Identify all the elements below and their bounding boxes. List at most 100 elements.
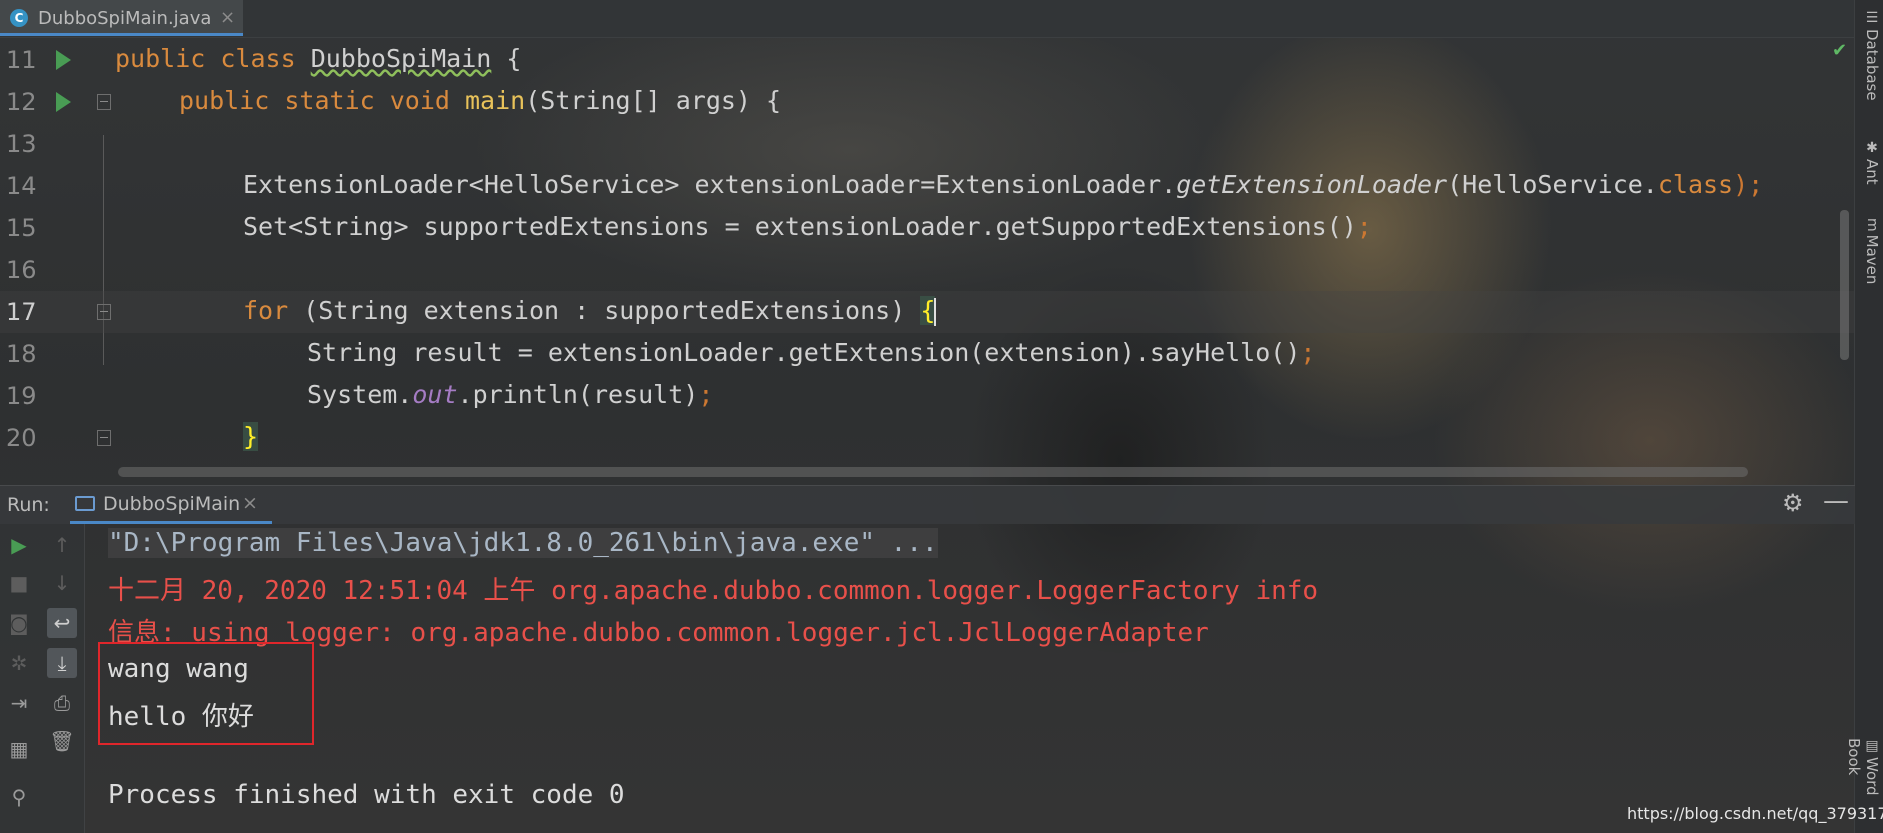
tool-label: Maven [1863, 234, 1881, 285]
run-panel-header: Run: DubboSpiMain × ⚙ — [0, 485, 1855, 524]
code-line[interactable]: 19 System.out.println(result); [0, 375, 1855, 417]
code-fragment: String result = extensionLoader.getExten… [307, 338, 1301, 367]
print-icon[interactable]: ⎙ [47, 688, 77, 718]
line-number: 16 [6, 256, 37, 284]
editor-tab-bar: C DubboSpiMain.java × [0, 0, 1855, 38]
code-line[interactable]: 11 public class DubboSpiMain { [0, 39, 1855, 81]
close-icon[interactable]: × [220, 7, 235, 28]
code-line-current[interactable]: 17 for (String extension : supportedExte… [0, 291, 1855, 333]
code-text: } [243, 422, 259, 451]
matched-brace: } [243, 422, 259, 451]
camera-icon[interactable]: ◙ [4, 608, 34, 638]
tab-dubbospimain-java[interactable]: C DubboSpiMain.java × [0, 0, 243, 36]
fold-icon[interactable] [97, 304, 111, 320]
rerun-icon[interactable]: ▶ [4, 530, 34, 560]
code-line[interactable]: 13 [0, 123, 1855, 165]
semicolon: ; [1356, 212, 1372, 241]
line-number: 13 [6, 130, 37, 158]
code-fragment: { [491, 44, 522, 73]
code-text: public class DubboSpiMain { [115, 44, 521, 73]
line-number: 19 [6, 382, 37, 410]
code-fragment: (HelloService. [1447, 170, 1658, 199]
gear-icon[interactable]: ⚙ [1782, 489, 1804, 517]
right-tool-strip: ☰Database ✱Ant mMaven ▤Word Book [1845, 0, 1883, 833]
text-caret [934, 298, 937, 326]
minimize-icon[interactable]: — [1823, 486, 1849, 516]
tool-label: Ant [1863, 159, 1881, 185]
trash-icon[interactable]: 🗑 [47, 726, 77, 756]
horizontal-scrollbar[interactable] [118, 467, 1748, 477]
run-tab-dubbospimain[interactable]: DubboSpiMain × [70, 486, 272, 524]
code-text: String result = extensionLoader.getExten… [307, 338, 1315, 367]
run-gutter-icon[interactable] [56, 92, 71, 112]
scroll-to-end-icon[interactable]: ⤓ [47, 648, 77, 678]
console-icon [75, 496, 95, 511]
code-line[interactable]: 18 String result = extensionLoader.getEx… [0, 333, 1855, 375]
line-number: 12 [6, 88, 37, 116]
database-icon: ☰ [1864, 10, 1880, 26]
close-icon[interactable]: × [242, 492, 258, 514]
command-text: "D:\Program Files\Java\jdk1.8.0_261\bin\… [108, 528, 938, 558]
code-fragment: ExtensionLoader<HelloService> extensionL… [243, 170, 1177, 199]
console-line-exit: Process finished with exit code 0 [108, 780, 625, 810]
semicolon: ; [1300, 338, 1316, 367]
console-line-command: "D:\Program Files\Java\jdk1.8.0_261\bin\… [108, 528, 938, 558]
red-highlight-box [98, 642, 314, 745]
code-fragment: Set<String> supportedExtensions = extens… [243, 212, 1357, 241]
tool-maven[interactable]: m Maven [1857, 218, 1881, 284]
code-line[interactable]: 15 Set<String> supportedExtensions = ext… [0, 207, 1855, 249]
line-number: 18 [6, 340, 37, 368]
keyword: for [243, 296, 289, 325]
code-editor[interactable]: 11 public class DubboSpiMain { 12 public… [0, 37, 1855, 477]
line-number: 14 [6, 172, 37, 200]
pin-icon[interactable]: ⚲ [4, 782, 34, 812]
line-number: 11 [6, 46, 37, 74]
run-gutter-icon[interactable] [56, 50, 71, 70]
soft-wrap-icon[interactable]: ↩ [47, 608, 77, 638]
exit-icon[interactable]: ⇥ [4, 688, 34, 718]
code-text: Set<String> supportedExtensions = extens… [243, 212, 1372, 241]
down-arrow-icon[interactable]: ↓ [47, 568, 77, 598]
code-line[interactable]: 14 ExtensionLoader<HelloService> extensi… [0, 165, 1855, 207]
stop-icon[interactable]: ■ [4, 568, 34, 598]
tool-database[interactable]: ☰ Database [1857, 10, 1881, 101]
code-text: for (String extension : supportedExtensi… [243, 296, 937, 326]
book-icon: ▤ [1864, 738, 1880, 754]
code-text: public static void main(String[] args) { [179, 86, 781, 115]
line-number: 17 [6, 298, 37, 326]
fold-icon[interactable] [97, 430, 111, 446]
vertical-scrollbar[interactable] [1840, 210, 1849, 360]
layout-icon[interactable]: ▦ [4, 734, 34, 764]
tool-ant[interactable]: ✱ Ant [1857, 140, 1881, 185]
code-fragment: ); [1733, 170, 1764, 199]
code-line[interactable]: 20 } [0, 417, 1855, 459]
maven-icon: m [1864, 218, 1880, 232]
up-arrow-icon[interactable]: ↑ [47, 530, 77, 560]
keyword: class [1657, 170, 1734, 199]
matched-brace: { [920, 296, 936, 325]
semicolon: ; [698, 380, 714, 409]
line-number: 20 [6, 424, 37, 452]
tool-label: Database [1863, 29, 1881, 101]
watermark: https://blog.csdn.net/qq_37931742 [1627, 804, 1883, 823]
fold-icon[interactable] [97, 94, 111, 110]
console-line-log: 十二月 20, 2020 12:51:04 上午 org.apache.dubb… [108, 576, 1319, 606]
method-name: main [465, 86, 526, 115]
code-fragment: (String[] args) { [525, 86, 782, 115]
line-number: 15 [6, 214, 37, 242]
run-panel-label: Run: [7, 494, 50, 516]
code-line[interactable]: 12 public static void main(String[] args… [0, 81, 1855, 123]
keyword: public static void [179, 86, 450, 115]
run-toolbar: ▶ ↑ ■ ↓ ◙ ↩ ✲ ⤓ ⇥ ⎙ 🗑 ▦ ⚲ [0, 524, 85, 833]
ant-icon: ✱ [1864, 140, 1880, 156]
code-line[interactable]: 16 [0, 249, 1855, 291]
settings-icon[interactable]: ✲ [4, 648, 34, 678]
method-name: getExtensionLoader [1176, 170, 1448, 199]
code-text: System.out.println(result); [307, 380, 713, 409]
code-fragment: (String extension : supportedExtensions) [288, 296, 921, 325]
java-class-icon: C [10, 9, 28, 27]
keyword: public [115, 44, 206, 73]
tab-label: DubboSpiMain.java [38, 8, 212, 29]
code-fragment: .println(result) [457, 380, 699, 409]
class-name: DubboSpiMain [310, 44, 492, 73]
